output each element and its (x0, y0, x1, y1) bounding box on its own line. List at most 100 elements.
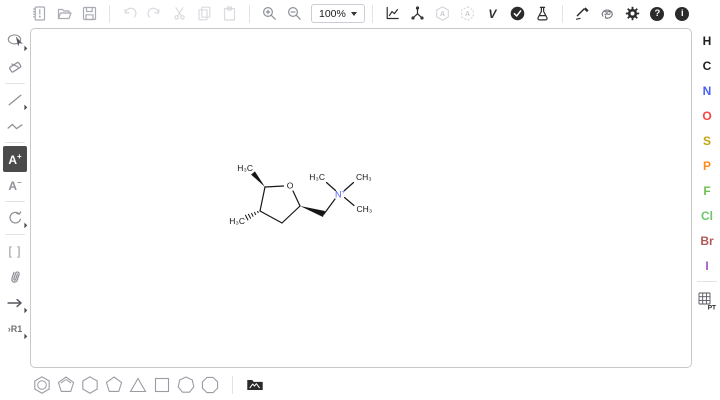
atom-n-methyl-top-left[interactable]: H₃C (309, 172, 325, 182)
element-c-button[interactable]: C (695, 53, 719, 78)
wedge-bond-up[interactable] (251, 171, 265, 187)
cycloheptane-icon (175, 374, 197, 396)
svg-text:A: A (465, 11, 470, 18)
element-h-button[interactable]: H (695, 28, 719, 53)
separator (562, 5, 563, 23)
bond-c2-c3[interactable] (260, 187, 265, 211)
undo-icon (121, 5, 138, 22)
top-toolbar: 100% (0, 0, 720, 27)
bond-n-me3[interactable] (345, 198, 355, 206)
template-cyclooctane[interactable] (198, 373, 222, 397)
s-group-tool[interactable]: [ ] (3, 238, 27, 264)
bond-c3-c4[interactable] (260, 211, 282, 223)
layout-icon (384, 5, 401, 22)
copy-button[interactable] (192, 2, 217, 25)
redo-icon (146, 5, 163, 22)
separator (372, 5, 373, 23)
dearomatize-button[interactable]: A (455, 2, 480, 25)
viewer-3d-button[interactable]: 3D (595, 2, 620, 25)
atom-n-methyl-top-right[interactable]: CH₃ (356, 172, 372, 182)
dropdown-corner (19, 331, 27, 339)
r-group-tool[interactable]: ›R1 (3, 316, 27, 342)
clean-up-button[interactable] (405, 2, 430, 25)
brackets-icon: [ ] (8, 244, 21, 258)
open-button[interactable] (52, 2, 77, 25)
atom-n-methyl-bottom-right[interactable]: CH₃ (357, 204, 373, 214)
atom-methyl-ring-top[interactable]: H₃C (237, 163, 253, 173)
template-cyclohexane[interactable] (78, 373, 102, 397)
wedge-bond-hash[interactable] (245, 211, 258, 220)
svg-text:A: A (440, 11, 445, 18)
attach-tool[interactable] (3, 264, 27, 290)
bottom-toolbar (30, 372, 267, 398)
template-cyclopentadiene[interactable] (54, 373, 78, 397)
element-p-button[interactable]: P (695, 153, 719, 178)
element-br-button[interactable]: Br (695, 228, 719, 253)
layout-button[interactable] (380, 2, 405, 25)
template-cyclobutane[interactable] (150, 373, 174, 397)
element-s-button[interactable]: S (695, 128, 719, 153)
element-f-button[interactable]: F (695, 178, 719, 203)
structure-group: A A V (380, 2, 555, 25)
template-cyclopropane[interactable] (126, 373, 150, 397)
atom-nitrogen[interactable]: N+ (335, 190, 346, 200)
atom-methyl-ring-left[interactable]: H₃C (229, 216, 245, 226)
right-toolbar: H C N O S P F Cl Br I PT (694, 28, 720, 313)
atom-oxygen[interactable]: O (287, 181, 294, 191)
zoom-out-button[interactable] (282, 2, 307, 25)
rotate-tool[interactable] (3, 205, 27, 231)
cyclobutane-icon (151, 374, 173, 396)
redo-button[interactable] (142, 2, 167, 25)
aromatize-icon: A (434, 5, 451, 22)
clear-canvas-button[interactable] (27, 2, 52, 25)
chain-tool[interactable] (3, 113, 27, 139)
gear-icon (624, 5, 641, 22)
charge-minus-tool[interactable]: A− (3, 172, 27, 198)
undo-button[interactable] (117, 2, 142, 25)
periodic-table-button[interactable]: PT (695, 289, 719, 313)
bond-ch2-n[interactable] (324, 199, 335, 214)
chain-zigzag-icon (6, 117, 24, 135)
element-i-button[interactable]: I (695, 253, 719, 278)
bond-o-c5[interactable] (293, 191, 300, 206)
charge-plus-tool[interactable]: A+ (3, 146, 27, 172)
about-button[interactable]: i (670, 2, 695, 25)
zoom-level-value: 100% (319, 8, 346, 20)
wedge-bond-bold[interactable] (300, 206, 325, 217)
svg-text:3D: 3D (604, 11, 611, 17)
template-cycloheptane[interactable] (174, 373, 198, 397)
svg-text:PT: PT (708, 305, 716, 312)
settings-button[interactable] (620, 2, 645, 25)
template-cyclopentane[interactable] (102, 373, 126, 397)
left-toolbar: A+ A− [ ] › (1, 28, 29, 342)
bond-c4-c5[interactable] (282, 206, 300, 223)
calculate-cip-button[interactable]: V (480, 2, 505, 25)
zoom-level-select[interactable]: 100% (311, 4, 365, 23)
check-structure-button[interactable] (505, 2, 530, 25)
zoom-in-button[interactable] (257, 2, 282, 25)
template-benzene[interactable] (30, 373, 54, 397)
template-library-button[interactable] (243, 373, 267, 397)
clean-up-icon (409, 5, 426, 22)
help-button[interactable]: ? (645, 2, 670, 25)
chevron-down-icon (351, 12, 357, 16)
save-button[interactable] (77, 2, 102, 25)
element-n-button[interactable]: N (695, 78, 719, 103)
cut-button[interactable] (167, 2, 192, 25)
single-bond-tool[interactable] (3, 87, 27, 113)
element-cl-button[interactable]: Cl (695, 203, 719, 228)
calculated-values-button[interactable] (530, 2, 555, 25)
separator (697, 281, 717, 282)
reaction-arrow-tool[interactable] (3, 290, 27, 316)
drawing-canvas[interactable]: O N+ H₃C H₃C H₃C CH₃ CH₃ (30, 28, 692, 368)
stereochemistry-button[interactable] (570, 2, 595, 25)
select-lasso-tool[interactable] (3, 28, 27, 54)
edit-group (117, 2, 242, 25)
aromatize-button[interactable]: A (430, 2, 455, 25)
bond-o-c2[interactable] (265, 186, 284, 187)
element-o-button[interactable]: O (695, 103, 719, 128)
cyclopentane-icon (103, 374, 125, 396)
erase-tool[interactable] (3, 54, 27, 80)
paste-button[interactable] (217, 2, 242, 25)
bond-n-me2[interactable] (345, 183, 354, 191)
